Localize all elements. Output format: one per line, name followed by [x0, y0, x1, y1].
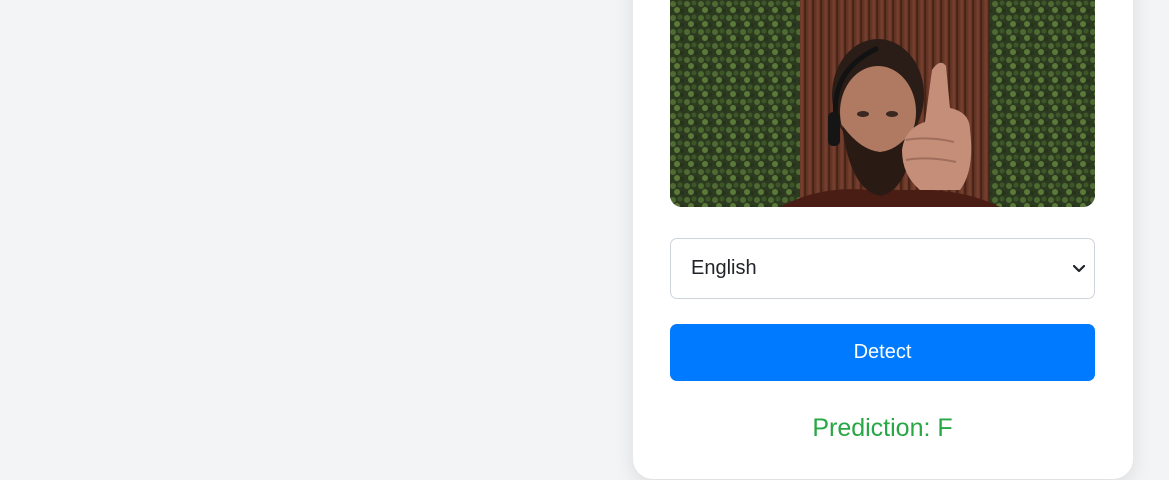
chevron-down-icon [1072, 262, 1086, 276]
detect-button[interactable]: Detect [670, 324, 1095, 381]
camera-feed [670, 0, 1095, 207]
language-select-value: English [691, 257, 757, 279]
language-select[interactable]: English [670, 238, 1095, 299]
prediction-label: Prediction: [812, 414, 931, 442]
prediction-result: Prediction: F [670, 414, 1095, 443]
prediction-value: F [937, 414, 953, 442]
